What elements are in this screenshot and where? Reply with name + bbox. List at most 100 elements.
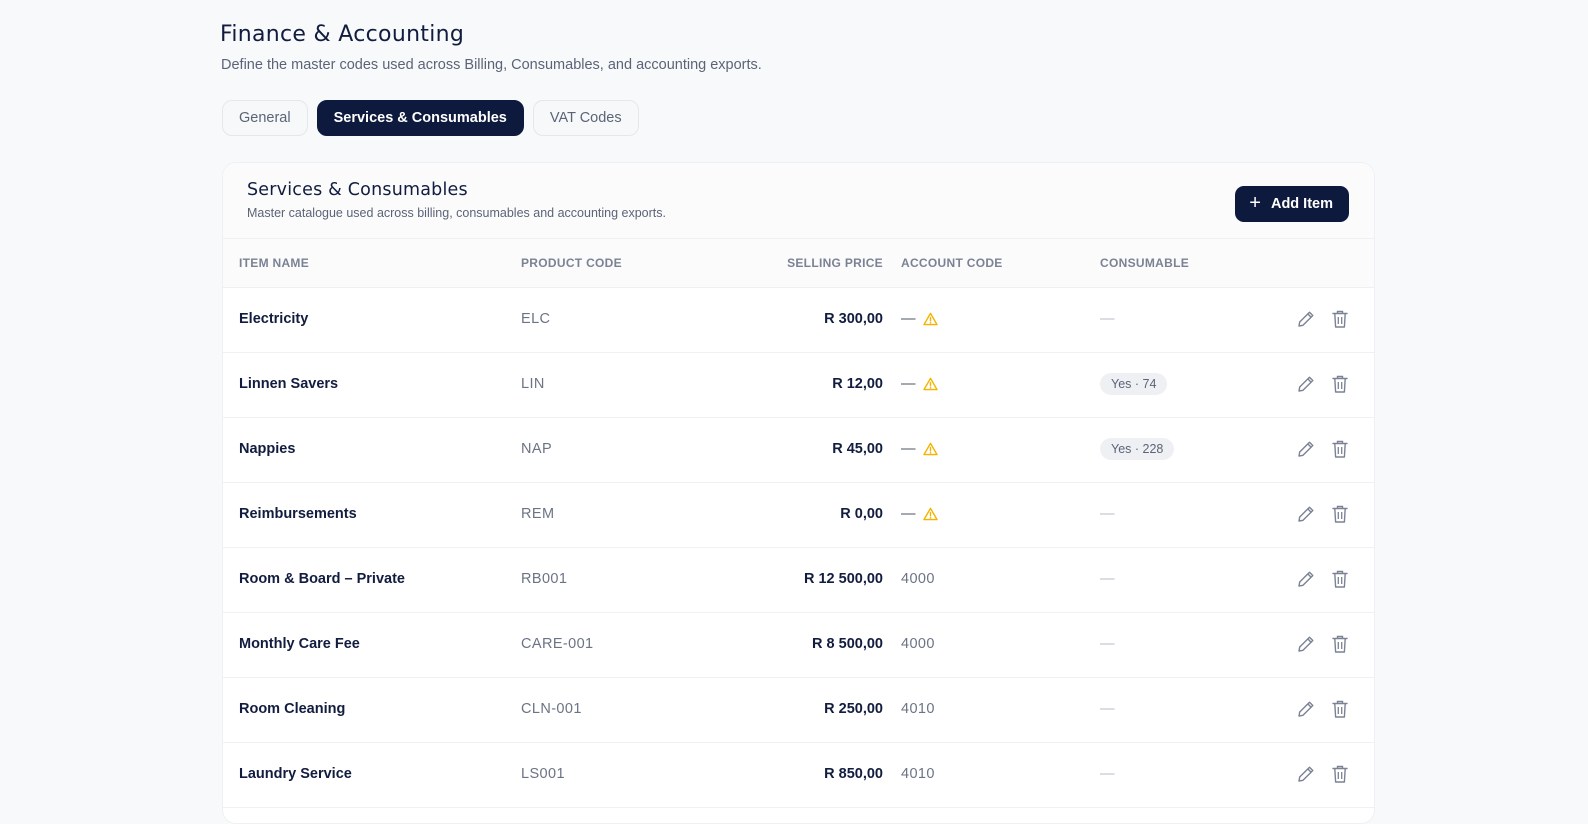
pencil-icon[interactable] bbox=[1296, 633, 1316, 655]
table-row[interactable]: Room Cleaning CLN-001 R 250,00 4010 — bbox=[223, 678, 1374, 743]
selling-price: R 300,00 bbox=[824, 311, 883, 327]
account-code-value: 4010 bbox=[901, 766, 935, 782]
table-row[interactable]: Laundry Service LS001 R 850,00 4010 — bbox=[223, 743, 1374, 808]
table-row[interactable]: Reimbursements REM R 0,00 — — bbox=[223, 483, 1374, 548]
account-code: — bbox=[901, 506, 938, 522]
consumable-value: — bbox=[1100, 506, 1115, 522]
settings-tabs: General Services & Consumables VAT Codes bbox=[222, 100, 639, 136]
warning-icon bbox=[923, 507, 938, 521]
item-name: Reimbursements bbox=[239, 506, 357, 522]
trash-icon[interactable] bbox=[1330, 568, 1350, 590]
plus-icon: + bbox=[1249, 192, 1261, 214]
consumable-value: — bbox=[1100, 311, 1115, 327]
product-code: ELC bbox=[521, 311, 551, 327]
consumable-value: — bbox=[1100, 636, 1115, 652]
selling-price: R 45,00 bbox=[832, 441, 883, 457]
table-row[interactable]: Nappies NAP R 45,00 — Yes · 228 bbox=[223, 418, 1374, 483]
account-code: — bbox=[901, 376, 938, 392]
account-code-value: 4010 bbox=[901, 701, 935, 717]
account-code-value: — bbox=[901, 441, 916, 457]
row-actions bbox=[1296, 633, 1350, 655]
column-header-consumable[interactable]: CONSUMABLE bbox=[1100, 256, 1189, 270]
services-consumables-card: Services & Consumables Master catalogue … bbox=[222, 162, 1375, 824]
account-code-value: 4000 bbox=[901, 636, 935, 652]
row-actions bbox=[1296, 568, 1350, 590]
row-actions bbox=[1296, 373, 1350, 395]
product-code: CLN-001 bbox=[521, 701, 582, 717]
warning-icon bbox=[923, 377, 938, 391]
account-code-value: — bbox=[901, 506, 916, 522]
trash-icon[interactable] bbox=[1330, 373, 1350, 395]
tab-services-consumables[interactable]: Services & Consumables bbox=[316, 100, 524, 136]
column-header-selling-price[interactable]: SELLING PRICE bbox=[787, 256, 883, 270]
product-code: CARE-001 bbox=[521, 636, 594, 652]
pencil-icon[interactable] bbox=[1296, 568, 1316, 590]
consumable-value: — bbox=[1100, 571, 1115, 587]
table-row[interactable]: Linnen Savers LIN R 12,00 — Yes · 74 bbox=[223, 353, 1374, 418]
item-name: Laundry Service bbox=[239, 766, 352, 782]
account-code: 4000 bbox=[901, 636, 935, 652]
selling-price: R 12 500,00 bbox=[803, 571, 883, 587]
table-row[interactable]: Monthly Care Fee CARE-001 R 8 500,00 400… bbox=[223, 613, 1374, 678]
pencil-icon[interactable] bbox=[1296, 373, 1316, 395]
pencil-icon[interactable] bbox=[1296, 698, 1316, 720]
account-code: 4010 bbox=[901, 766, 935, 782]
item-name: Electricity bbox=[239, 311, 309, 327]
product-code: RB001 bbox=[521, 571, 568, 587]
account-code-value: — bbox=[901, 376, 916, 392]
product-code: NAP bbox=[521, 441, 553, 457]
selling-price: R 250,00 bbox=[824, 701, 883, 717]
pencil-icon[interactable] bbox=[1296, 503, 1316, 525]
tab-general[interactable]: General bbox=[222, 100, 308, 136]
trash-icon[interactable] bbox=[1330, 763, 1350, 785]
selling-price: R 8 500,00 bbox=[812, 636, 883, 652]
trash-icon[interactable] bbox=[1330, 308, 1350, 330]
page-subtitle: Define the master codes used across Bill… bbox=[221, 57, 762, 73]
row-actions bbox=[1296, 438, 1350, 460]
tab-vat-codes[interactable]: VAT Codes bbox=[532, 100, 639, 136]
item-name: Room Cleaning bbox=[239, 701, 346, 717]
row-actions bbox=[1296, 308, 1350, 330]
finance-accounting-page: Finance & Accounting Define the master c… bbox=[0, 0, 1588, 824]
column-header-product-code[interactable]: PRODUCT CODE bbox=[521, 256, 622, 270]
consumable-badge: Yes · 228 bbox=[1100, 438, 1175, 460]
column-header-account-code[interactable]: ACCOUNT CODE bbox=[901, 256, 1003, 270]
trash-icon[interactable] bbox=[1330, 503, 1350, 525]
trash-icon[interactable] bbox=[1330, 698, 1350, 720]
pencil-icon[interactable] bbox=[1296, 763, 1316, 785]
row-actions bbox=[1296, 503, 1350, 525]
trash-icon[interactable] bbox=[1330, 438, 1350, 460]
table-row[interactable]: Electricity ELC R 300,00 — — bbox=[223, 288, 1374, 353]
account-code: 4010 bbox=[901, 701, 935, 717]
consumable-value: — bbox=[1100, 701, 1115, 717]
row-actions bbox=[1296, 698, 1350, 720]
item-name: Nappies bbox=[239, 441, 296, 457]
selling-price: R 0,00 bbox=[840, 506, 883, 522]
product-code: REM bbox=[521, 506, 555, 522]
add-item-label: Add Item bbox=[1270, 196, 1333, 212]
trash-icon[interactable] bbox=[1330, 633, 1350, 655]
account-code: 4000 bbox=[901, 571, 935, 587]
pencil-icon[interactable] bbox=[1296, 438, 1316, 460]
item-name: Linnen Savers bbox=[239, 376, 339, 392]
selling-price: R 850,00 bbox=[824, 766, 883, 782]
table-header: ITEM NAME PRODUCT CODE SELLING PRICE ACC… bbox=[223, 239, 1374, 288]
warning-icon bbox=[923, 312, 938, 326]
table-body: Electricity ELC R 300,00 — — Linnen Save… bbox=[223, 288, 1374, 808]
account-code: — bbox=[901, 441, 938, 457]
page-title: Finance & Accounting bbox=[220, 22, 465, 47]
account-code: — bbox=[901, 311, 938, 327]
column-header-item-name[interactable]: ITEM NAME bbox=[239, 256, 309, 270]
card-subtitle: Master catalogue used across billing, co… bbox=[247, 206, 666, 220]
item-name: Room & Board – Private bbox=[239, 571, 405, 587]
account-code-value: 4000 bbox=[901, 571, 935, 587]
consumable-badge: Yes · 74 bbox=[1100, 373, 1168, 395]
add-item-button[interactable]: + Add Item bbox=[1235, 186, 1349, 222]
warning-icon bbox=[923, 442, 938, 456]
account-code-value: — bbox=[901, 311, 916, 327]
card-title: Services & Consumables bbox=[247, 180, 468, 200]
table-row[interactable]: Room & Board – Private RB001 R 12 500,00… bbox=[223, 548, 1374, 613]
pencil-icon[interactable] bbox=[1296, 308, 1316, 330]
item-name: Monthly Care Fee bbox=[239, 636, 360, 652]
selling-price: R 12,00 bbox=[832, 376, 883, 392]
